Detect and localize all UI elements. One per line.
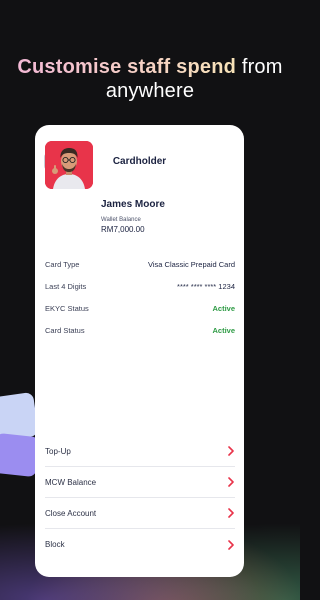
phone-screen: Cardholder James Moore Wallet Balance RM… bbox=[35, 125, 244, 577]
chevron-right-icon bbox=[228, 539, 234, 550]
detail-row-card-type: Card Type Visa Classic Prepaid Card bbox=[45, 253, 235, 275]
cardholder-name: James Moore bbox=[101, 199, 165, 210]
detail-row-last-4-digits: Last 4 Digits **** **** **** 1234 bbox=[45, 275, 235, 297]
decorative-cards bbox=[0, 391, 40, 495]
wallet-balance-value: RM7,000.00 bbox=[101, 225, 145, 234]
headline: Customise staff spend from anywhere bbox=[0, 55, 300, 103]
avatar bbox=[45, 141, 93, 189]
action-list: Top-Up MCW Balance Close Account Block bbox=[45, 436, 235, 560]
detail-value: Visa Classic Prepaid Card bbox=[148, 259, 235, 269]
detail-value: **** **** **** 1234 bbox=[177, 281, 235, 291]
action-block[interactable]: Block bbox=[45, 529, 235, 560]
status-badge: Active bbox=[212, 325, 235, 335]
action-label: Top-Up bbox=[45, 446, 71, 456]
action-label: MCW Balance bbox=[45, 477, 97, 487]
action-close-account[interactable]: Close Account bbox=[45, 498, 235, 529]
action-label: Close Account bbox=[45, 508, 97, 518]
card-details: Card Type Visa Classic Prepaid Card Last… bbox=[45, 253, 235, 341]
status-badge: Active bbox=[212, 303, 235, 313]
detail-label: Last 4 Digits bbox=[45, 281, 87, 291]
person-photo bbox=[45, 141, 93, 189]
chevron-right-icon bbox=[228, 477, 234, 487]
chevron-right-icon bbox=[228, 508, 234, 518]
chevron-right-icon bbox=[228, 446, 234, 456]
detail-row-ekyc-status: EKYC Status Active bbox=[45, 297, 235, 319]
detail-label: Card Type bbox=[45, 259, 80, 269]
wallet-balance-label: Wallet Balance bbox=[101, 217, 141, 223]
detail-row-card-status: Card Status Active bbox=[45, 319, 235, 341]
detail-label: EKYC Status bbox=[45, 303, 89, 313]
action-top-up[interactable]: Top-Up bbox=[45, 436, 235, 467]
headline-accent: Customise staff spend bbox=[17, 56, 237, 78]
decor-card-purple bbox=[0, 432, 40, 478]
detail-label: Card Status bbox=[45, 325, 85, 335]
action-label: Block bbox=[45, 540, 65, 549]
action-mcw-balance[interactable]: MCW Balance bbox=[45, 467, 235, 498]
